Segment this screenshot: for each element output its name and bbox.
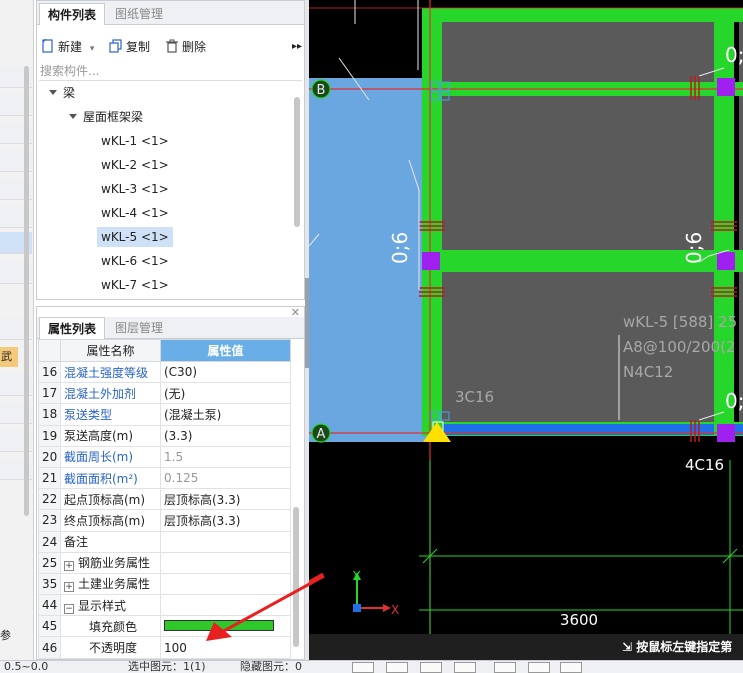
arrow-head (206, 622, 232, 641)
arrow-shaft (221, 574, 325, 634)
status-bar: 0.5~0.0 选中图元：1(1) 隐藏图元：0 (0, 660, 743, 673)
view-toggle-button[interactable] (560, 662, 582, 673)
ortho-toggle-button[interactable] (420, 662, 442, 673)
status-selected: 选中图元：1(1) (128, 660, 206, 673)
annotation-arrow-overlay (206, 574, 325, 641)
grid-toggle-button[interactable] (386, 662, 408, 673)
cursor-icon: ⇲ (622, 640, 637, 654)
osnap-toggle-button[interactable] (494, 662, 516, 673)
polar-toggle-button[interactable] (454, 662, 476, 673)
cad-hint-text: 按鼠标左键指定第 (636, 640, 733, 654)
status-hidden: 隐藏图元：0 (240, 660, 302, 673)
save-toggle-button[interactable] (528, 662, 550, 673)
snap-toggle-button[interactable] (352, 662, 374, 673)
cad-command-hint: ⇲ 按鼠标左键指定第 (622, 638, 732, 655)
status-coords: 0.5~0.0 (4, 660, 49, 673)
